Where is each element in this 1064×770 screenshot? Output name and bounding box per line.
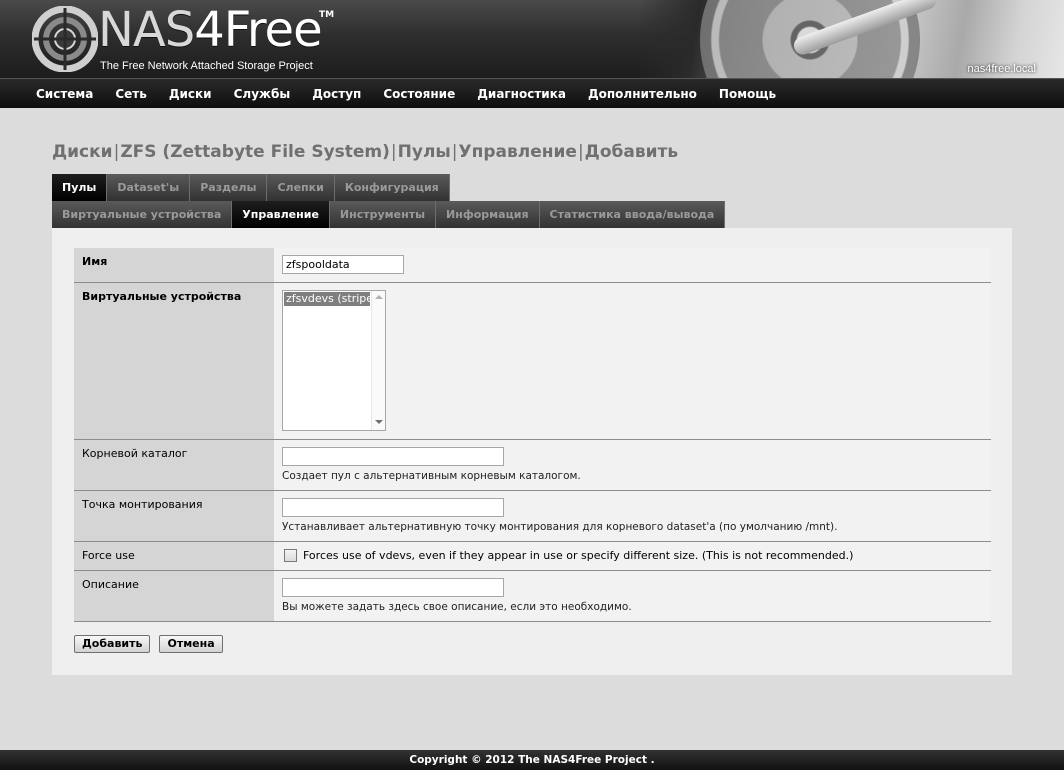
vdev-option[interactable]: zfsvdevs (stripe) bbox=[284, 292, 370, 306]
breadcrumb-pools[interactable]: Пулы bbox=[398, 142, 451, 162]
name-label: Имя bbox=[74, 248, 274, 282]
force-label: Force use bbox=[74, 542, 274, 570]
logo-ring-icon bbox=[32, 6, 98, 72]
breadcrumb-zfs[interactable]: ZFS (Zettabyte File System) bbox=[120, 142, 390, 162]
description-label: Описание bbox=[74, 571, 274, 621]
tab-virtual-devices[interactable]: Виртуальные устройства bbox=[52, 201, 233, 228]
page-title-breadcrumb: Диски|ZFS (Zettabyte File System)|Пулы|У… bbox=[52, 142, 679, 162]
mountpoint-hint: Устанавливает альтернативную точку монти… bbox=[282, 521, 838, 533]
tab-information[interactable]: Информация bbox=[436, 201, 540, 228]
nav-item-diagnostics[interactable]: Диагностика bbox=[477, 87, 566, 101]
breadcrumb-add: Добавить bbox=[584, 142, 679, 162]
name-input[interactable] bbox=[282, 255, 404, 274]
mountpoint-input[interactable] bbox=[282, 498, 504, 517]
scroll-up-icon[interactable] bbox=[375, 295, 383, 299]
form-row-root: Корневой каталог Создает пул с альтернат… bbox=[74, 440, 991, 491]
vdevs-listbox[interactable]: zfsvdevs (stripe) bbox=[282, 290, 386, 431]
logo-text: NAS4Free bbox=[98, 2, 323, 58]
header-banner: NAS4Free TM The Free Network Attached St… bbox=[0, 0, 1064, 78]
secondary-tabs: Виртуальные устройства Управление Инстру… bbox=[52, 201, 726, 228]
form-row-vdevs: Виртуальные устройства zfsvdevs (stripe) bbox=[74, 283, 991, 440]
primary-tabs: Пулы Dataset'ы Разделы Слепки Конфигурац… bbox=[52, 174, 450, 201]
footer: Copyright © 2012 The NAS4Free Project . bbox=[0, 750, 1064, 770]
description-input[interactable] bbox=[282, 578, 504, 597]
hostname-label: nas4free.local bbox=[967, 63, 1037, 75]
add-button[interactable]: Добавить bbox=[74, 635, 151, 653]
form-row-description: Описание Вы можете задать здесь свое опи… bbox=[74, 571, 991, 622]
form-row-mountpoint: Точка монтирования Устанавливает альтерн… bbox=[74, 491, 991, 542]
nav-item-network[interactable]: Сеть bbox=[115, 87, 147, 101]
form-row-force: Force use Forces use of vdevs, even if t… bbox=[74, 542, 991, 571]
content-panel: Имя Виртуальные устройства zfsvdevs (str… bbox=[52, 228, 1012, 675]
tab-snapshots[interactable]: Слепки bbox=[267, 174, 335, 201]
root-input[interactable] bbox=[282, 447, 504, 466]
nav-item-access[interactable]: Доступ bbox=[312, 87, 361, 101]
nav-item-system[interactable]: Система bbox=[36, 87, 93, 101]
tab-tools[interactable]: Инструменты bbox=[329, 201, 437, 228]
listbox-scrollbar[interactable] bbox=[371, 291, 385, 430]
force-text: Forces use of vdevs, even if they appear… bbox=[303, 549, 854, 562]
logo-trademark: TM bbox=[319, 10, 335, 20]
force-checkbox[interactable] bbox=[284, 549, 297, 562]
nav-item-status[interactable]: Состояние bbox=[383, 87, 455, 101]
breadcrumb-disks[interactable]: Диски bbox=[52, 142, 113, 162]
copyright-text[interactable]: Copyright © 2012 The NAS4Free Project . bbox=[409, 754, 654, 766]
nav-item-disks[interactable]: Диски bbox=[169, 87, 212, 101]
mountpoint-label: Точка монтирования bbox=[74, 491, 274, 541]
root-label: Корневой каталог bbox=[74, 440, 274, 490]
nav-item-help[interactable]: Помощь bbox=[719, 87, 776, 101]
tab-partitions[interactable]: Разделы bbox=[190, 174, 268, 201]
form-row-name: Имя bbox=[74, 248, 991, 283]
pool-form: Имя Виртуальные устройства zfsvdevs (str… bbox=[74, 248, 991, 622]
tab-pools[interactable]: Пулы bbox=[52, 174, 108, 201]
tab-io-statistics[interactable]: Статистика ввода/вывода bbox=[539, 201, 726, 228]
breadcrumb-management[interactable]: Управление bbox=[459, 142, 577, 162]
form-actions: Добавить Отмена bbox=[74, 635, 232, 653]
nav-item-services[interactable]: Службы bbox=[234, 87, 291, 101]
tab-configuration[interactable]: Конфигурация bbox=[334, 174, 450, 201]
logo-tagline: The Free Network Attached Storage Projec… bbox=[100, 60, 313, 72]
nav-item-advanced[interactable]: Дополнительно bbox=[588, 87, 697, 101]
cancel-button[interactable]: Отмена bbox=[159, 635, 223, 653]
root-hint: Создает пул с альтернативным корневым ка… bbox=[282, 470, 581, 482]
description-hint: Вы можете задать здесь свое описание, ес… bbox=[282, 601, 632, 613]
tab-datasets[interactable]: Dataset'ы bbox=[107, 174, 191, 201]
vdevs-label: Виртуальные устройства bbox=[74, 283, 274, 439]
tab-management[interactable]: Управление bbox=[232, 201, 330, 228]
scroll-down-icon[interactable] bbox=[375, 420, 383, 424]
main-nav: Система Сеть Диски Службы Доступ Состоян… bbox=[0, 78, 1064, 108]
